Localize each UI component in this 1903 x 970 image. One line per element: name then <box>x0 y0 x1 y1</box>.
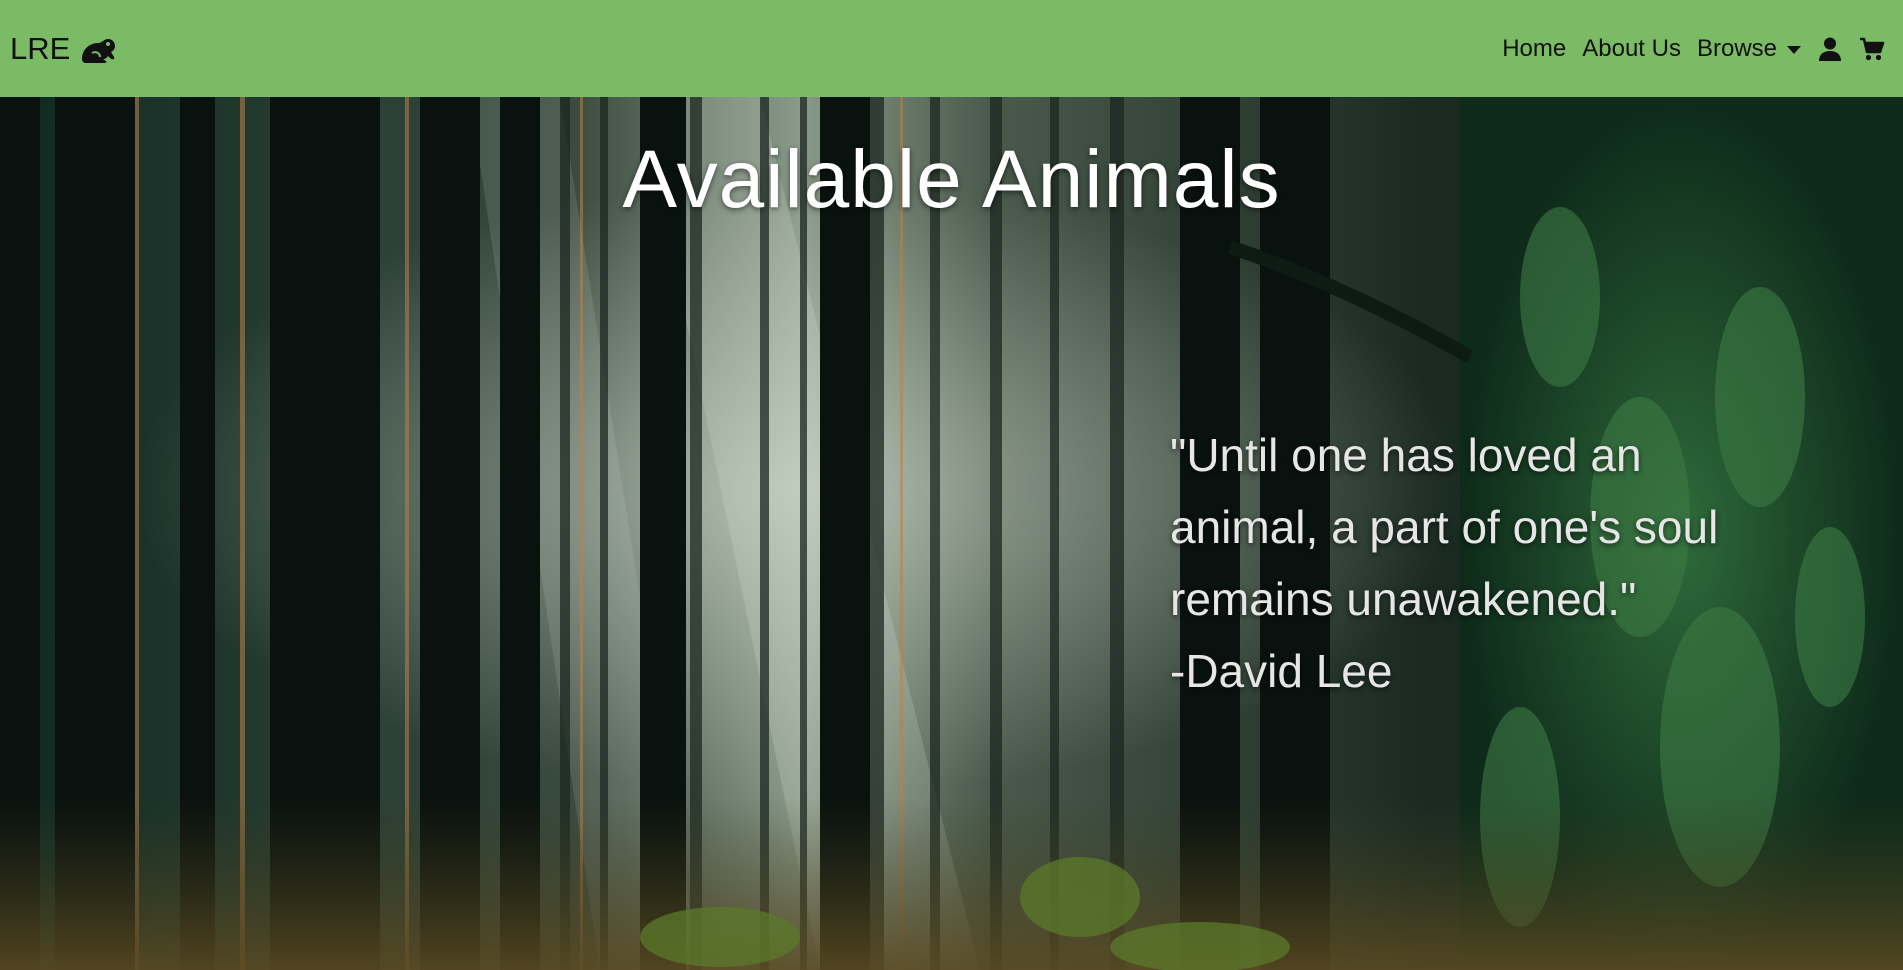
nav-links: Home About Us Browse <box>1494 35 1893 63</box>
navbar: LRE Home About Us Browse <box>0 0 1903 97</box>
cart-button[interactable] <box>1851 36 1893 62</box>
page-title: Available Animals <box>622 134 1281 225</box>
nav-home-link[interactable]: Home <box>1494 35 1574 63</box>
nav-browse-dropdown[interactable]: Browse <box>1689 35 1809 63</box>
brand-label: LRE <box>10 30 71 66</box>
nav-about-link[interactable]: About Us <box>1574 35 1689 63</box>
quote-text: "Until one has loved an animal, a part o… <box>1170 429 1719 625</box>
quote-author: -David Lee <box>1170 645 1393 697</box>
nav-browse-label: Browse <box>1696 34 1777 62</box>
brand-link[interactable]: LRE <box>10 31 118 67</box>
user-account-button[interactable] <box>1809 36 1851 62</box>
chevron-down-icon <box>1787 45 1801 54</box>
user-icon <box>1819 37 1841 61</box>
hero-section: Available Animals "Until one has loved a… <box>0 97 1903 970</box>
quote-block: "Until one has loved an animal, a part o… <box>1170 419 1790 707</box>
cart-icon <box>1860 37 1885 60</box>
frog-icon <box>82 38 116 63</box>
